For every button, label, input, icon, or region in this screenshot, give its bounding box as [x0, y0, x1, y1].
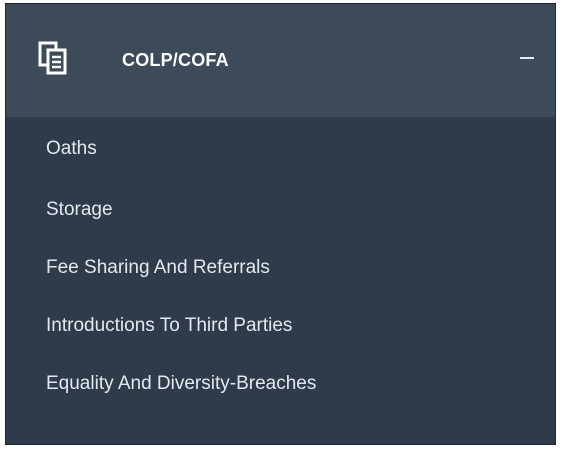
submenu-list: Oaths Storage Fee Sharing And Referrals … [6, 117, 555, 413]
minus-icon [520, 57, 534, 59]
collapse-button[interactable] [513, 44, 541, 72]
menu-item-oaths[interactable]: Oaths [6, 117, 555, 181]
menu-item-label: Equality And Diversity-Breaches [46, 373, 317, 394]
menu-item-introductions[interactable]: Introductions To Third Parties [6, 297, 555, 355]
menu-section-header[interactable]: COLP/COFA [6, 4, 555, 117]
menu-item-label: Fee Sharing And Referrals [46, 257, 270, 278]
menu-item-label: Oaths [46, 138, 97, 159]
menu-section-title: COLP/COFA [122, 50, 229, 70]
menu-item-storage[interactable]: Storage [6, 181, 555, 239]
menu-item-equality-diversity[interactable]: Equality And Diversity-Breaches [6, 355, 555, 413]
menu-item-label: Storage [46, 199, 113, 220]
documents-icon [38, 41, 68, 75]
menu-item-label: Introductions To Third Parties [46, 315, 293, 336]
menu-item-fee-sharing[interactable]: Fee Sharing And Referrals [6, 239, 555, 297]
sidebar-menu: COLP/COFA Oaths Storage Fee Sharing And … [5, 3, 556, 445]
